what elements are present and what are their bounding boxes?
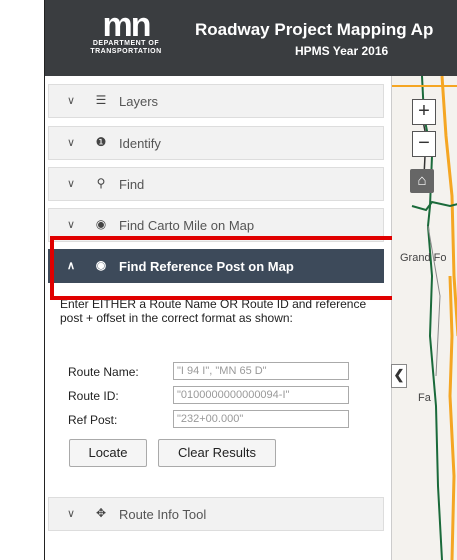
mndot-logo: mn DEPARTMENT OF TRANSPORTATION bbox=[90, 6, 162, 55]
home-icon[interactable]: ⌂ bbox=[410, 169, 434, 193]
map-label-grand-forks: Grand Fo bbox=[400, 252, 447, 264]
map-view[interactable]: + − ⌂ Grand Fo Fa bbox=[392, 76, 457, 560]
app-header: mn DEPARTMENT OF TRANSPORTATION Roadway … bbox=[45, 0, 457, 76]
chevron-down-icon: ∨ bbox=[67, 137, 76, 149]
panel-find[interactable]: ∨ ⚲ Find bbox=[48, 167, 384, 201]
route-id-label: Route ID: bbox=[68, 389, 119, 403]
locate-button[interactable]: Locate bbox=[69, 439, 147, 467]
move-icon: ✥ bbox=[95, 506, 107, 520]
info-icon: ❶ bbox=[95, 135, 107, 149]
search-icon: ⚲ bbox=[96, 176, 106, 190]
panel-route-info-tool[interactable]: ∨ ✥ Route Info Tool bbox=[48, 497, 384, 531]
app-title: Roadway Project Mapping Ap bbox=[195, 20, 434, 39]
panel-identify[interactable]: ∨ ❶ Identify bbox=[48, 126, 384, 160]
clear-results-button[interactable]: Clear Results bbox=[158, 439, 276, 467]
highlight-box bbox=[50, 236, 435, 300]
chevron-down-icon: ∨ bbox=[67, 178, 76, 190]
app-subtitle: HPMS Year 2016 bbox=[295, 44, 389, 58]
instructions-text: Enter EITHER a Route Name OR Route ID an… bbox=[60, 297, 367, 325]
ref-post-label: Ref Post: bbox=[68, 413, 118, 427]
route-name-input[interactable]: "I 94 I", "MN 65 D" bbox=[173, 362, 349, 380]
chevron-down-icon: ∨ bbox=[67, 508, 76, 520]
chevron-down-icon: ∨ bbox=[67, 95, 76, 107]
target-icon: ◉ bbox=[95, 217, 107, 231]
app-window: mn DEPARTMENT OF TRANSPORTATION Roadway … bbox=[44, 0, 457, 560]
chevron-left-icon[interactable]: ❮ bbox=[391, 364, 407, 388]
map-label-fargo: Fa bbox=[418, 392, 431, 404]
list-icon: ☰ bbox=[95, 93, 107, 107]
chevron-down-icon: ∨ bbox=[67, 219, 76, 231]
route-name-label: Route Name: bbox=[68, 365, 139, 379]
zoom-out-button[interactable]: − bbox=[412, 131, 436, 157]
panel-layers[interactable]: ∨ ☰ Layers bbox=[48, 84, 384, 118]
ref-post-input[interactable]: "232+00.000" bbox=[173, 410, 349, 428]
route-id-input[interactable]: "0100000000000094-I" bbox=[173, 386, 349, 404]
zoom-in-button[interactable]: + bbox=[412, 99, 436, 125]
sidebar: ∨ ☰ Layers ∨ ❶ Identify ∨ ⚲ Find ∨ ◉ Fin… bbox=[45, 76, 392, 560]
